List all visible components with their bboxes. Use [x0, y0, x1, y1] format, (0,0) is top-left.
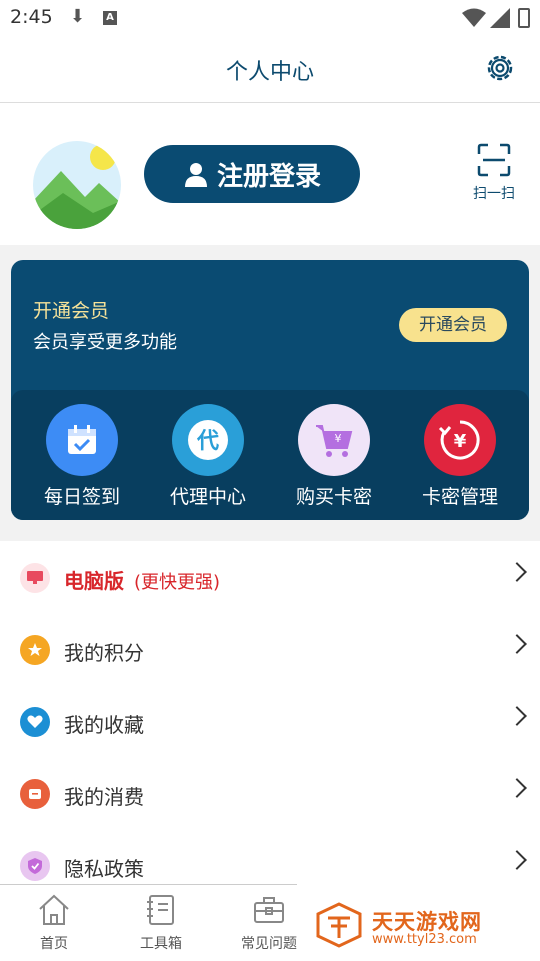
chevron-right-icon: [507, 778, 527, 798]
star-icon: [20, 635, 50, 665]
status-bar: 2:45 ⬇ A: [0, 0, 540, 36]
battery-icon: [518, 8, 530, 28]
register-login-button[interactable]: 注册登录: [144, 145, 360, 203]
vip-title: 开通会员: [33, 300, 110, 322]
home-icon: [39, 894, 69, 925]
heart-icon: [20, 707, 50, 737]
menu-item-favorites[interactable]: 我的收藏: [0, 685, 540, 757]
register-login-label: 注册登录: [216, 161, 321, 192]
quick-actions: 每日签到 代 代理中心 ¥ 购买卡密 ¥ 卡密管理: [11, 390, 529, 520]
app-header: 个人中心: [0, 36, 540, 103]
shield-icon: [20, 851, 50, 881]
wifi-icon: [462, 8, 486, 27]
signal-icon: [490, 8, 510, 28]
tab-toolbox[interactable]: 工具箱: [121, 893, 201, 953]
quick-label: 卡密管理: [421, 486, 498, 508]
quick-card-manage[interactable]: ¥ 卡密管理: [405, 404, 515, 509]
chevron-right-icon: [507, 634, 527, 654]
bottom-tab-bar: 首页 工具箱 常见问题: [0, 884, 297, 961]
agent-icon: 代: [172, 404, 244, 476]
calendar-icon: [46, 404, 118, 476]
menu-label-spending: 我的消费: [64, 785, 144, 809]
monitor-icon: [20, 563, 50, 593]
refund-icon: ¥: [424, 404, 496, 476]
watermark-url: www.ttyl23.com: [372, 932, 477, 947]
page-title: 个人中心: [225, 60, 314, 85]
quick-label: 购买卡密: [295, 486, 372, 508]
scan-button[interactable]: 扫一扫: [466, 143, 522, 203]
menu-extra-desktop: (更快更强): [134, 572, 221, 593]
svg-text:¥: ¥: [454, 431, 467, 452]
chevron-right-icon: [507, 562, 527, 582]
quick-daily-checkin[interactable]: 每日签到: [27, 404, 137, 509]
watermark: 天天游戏网 www.ttyl23.com: [310, 902, 540, 952]
tab-label: 常见问题: [241, 936, 297, 952]
open-vip-button[interactable]: 开通会员: [399, 308, 507, 342]
avatar-landscape-icon: [33, 141, 121, 229]
quick-buy-card[interactable]: ¥ 购买卡密: [279, 404, 389, 509]
notebook-icon: [147, 895, 174, 925]
tab-label: 首页: [40, 936, 68, 952]
avatar[interactable]: [33, 141, 121, 229]
menu-label-privacy: 隐私政策: [64, 857, 144, 881]
notification-a-icon: A: [103, 11, 117, 25]
menu-label-desktop: 电脑版: [64, 569, 124, 593]
user-icon: [184, 163, 207, 187]
menu-label-favorites: 我的收藏: [64, 713, 144, 737]
vip-subtitle: 会员享受更多功能: [33, 332, 177, 353]
status-time: 2:45: [10, 6, 53, 28]
briefcase-icon: [254, 897, 284, 923]
svg-text:¥: ¥: [335, 432, 342, 445]
menu-item-points[interactable]: 我的积分: [0, 613, 540, 685]
quick-label: 代理中心: [169, 486, 246, 508]
tab-home[interactable]: 首页: [14, 893, 94, 953]
menu-label-points: 我的积分: [64, 641, 144, 665]
tab-label: 工具箱: [140, 936, 182, 952]
settings-gear-icon[interactable]: [484, 52, 516, 84]
tab-faq[interactable]: 常见问题: [229, 893, 309, 953]
quick-label: 每日签到: [43, 486, 120, 508]
download-icon: ⬇: [70, 6, 86, 27]
chevron-right-icon: [507, 706, 527, 726]
vip-card: 开通会员 会员享受更多功能 开通会员 每日签到 代 代理中心 ¥ 购买卡密 ¥ …: [11, 260, 529, 520]
chevron-right-icon: [507, 850, 527, 870]
svg-text:代: 代: [196, 429, 219, 454]
quick-agent-center[interactable]: 代 代理中心: [153, 404, 263, 509]
scan-icon: [477, 143, 511, 177]
scan-label: 扫一扫: [473, 186, 515, 202]
cart-icon: ¥: [298, 404, 370, 476]
wallet-icon: [20, 779, 50, 809]
menu-item-spending[interactable]: 我的消费: [0, 757, 540, 829]
watermark-logo-icon: [316, 902, 362, 948]
profile-section: 注册登录 扫一扫: [0, 103, 540, 245]
menu-item-desktop[interactable]: 电脑版 (更快更强): [0, 541, 540, 613]
